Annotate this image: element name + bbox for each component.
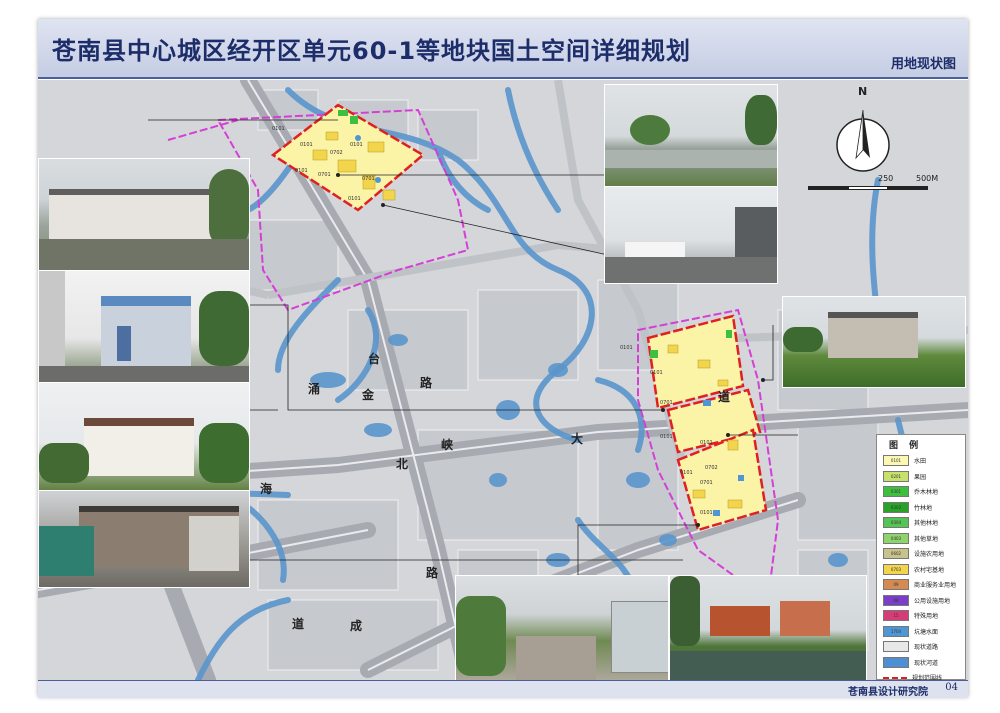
legend-label: 现状道路	[914, 644, 939, 652]
legend-swatch: 1704	[883, 625, 909, 637]
road-label: 金	[362, 388, 375, 402]
parcel-code-label: 0702	[330, 150, 343, 156]
photo-houses-row	[38, 158, 250, 272]
legend-item: 0403 其他草地	[877, 531, 965, 547]
title-bar: 苍南县中心城区经开区单元60-1等地块国土空间详细规划 用地现状图	[38, 19, 968, 79]
parcel-code-label: 0701	[660, 400, 673, 406]
legend-item: 现状道路	[877, 639, 965, 655]
footer-bar: 苍南县设计研究院 04	[38, 680, 968, 698]
legend-swatch: 0304	[883, 517, 909, 529]
legend-label: 商业服务业用地	[914, 582, 957, 590]
legend-item: 1704 坑塘水面	[877, 624, 965, 640]
photo-pond-houses	[669, 575, 867, 685]
legend-item: 0301 乔木林地	[877, 484, 965, 500]
road-label: 北	[396, 457, 409, 471]
road-label: 路	[420, 376, 433, 390]
scale-mid-label: 250	[878, 174, 894, 183]
road-label: 成	[350, 619, 363, 633]
legend-label: 公用设施用地	[914, 597, 951, 605]
parcel-code-label: 0101	[272, 126, 285, 132]
parcel-code-label: 0101	[680, 470, 693, 476]
road-label: 道	[292, 617, 305, 631]
legend-swatch: 0302	[883, 501, 909, 513]
parcel-code-label: 0101	[300, 142, 313, 148]
legend-swatch: 0703	[883, 563, 909, 575]
photo-greenhouse-path	[455, 575, 669, 685]
legend-label: 现状河道	[914, 659, 939, 667]
scale-bar: 250 500M	[808, 174, 958, 198]
legend-item: 0703 农村宅基地	[877, 562, 965, 578]
legend-swatch	[883, 656, 909, 668]
legend-line-swatch	[883, 676, 907, 679]
legend-label: 特殊用地	[914, 613, 939, 621]
legend-label: 竹林地	[914, 504, 933, 512]
road-label: 海	[260, 482, 273, 496]
north-label: N	[858, 85, 868, 98]
parcel-code-label: 0101	[350, 142, 363, 148]
road-label: 涌	[308, 382, 321, 396]
road-label: 路	[426, 566, 439, 580]
legend-swatch: 09	[883, 579, 909, 591]
parcel-code-label: 0701	[318, 172, 331, 178]
page-title: 苍南县中心城区经开区单元60-1等地块国土空间详细规划	[52, 37, 692, 65]
legend-item: 现状河道	[877, 655, 965, 671]
legend-swatch: 08	[883, 594, 909, 606]
legend-label: 其他草地	[914, 535, 939, 543]
legend-item: 08 公用设施用地	[877, 593, 965, 609]
parcel-code-label: 0101	[700, 510, 713, 516]
legend-label: 果园	[914, 473, 927, 481]
legend-label: 设施农用地	[914, 551, 945, 559]
legend-label: 水田	[914, 458, 927, 466]
legend-swatch: 0201	[883, 470, 909, 482]
legend-item: 0101 水田	[877, 453, 965, 469]
parcel-code-label: 0701	[700, 480, 713, 486]
scale-end-label: 500M	[916, 174, 939, 183]
legend-swatch: 0403	[883, 532, 909, 544]
photo-pond-tree	[604, 84, 778, 188]
parcel-code-label: 0101	[348, 196, 361, 202]
road-label: 台	[368, 352, 381, 366]
parcel-code-label: 0101	[620, 345, 633, 351]
photo-old-house	[38, 490, 250, 588]
road-label: 道	[718, 390, 731, 404]
footer-org: 苍南县设计研究院	[848, 687, 928, 698]
legend-item: 0201 果园	[877, 469, 965, 485]
photo-utility-building	[38, 270, 250, 384]
legend-swatch: 15	[883, 610, 909, 622]
parcel-code-label: 0101	[700, 440, 713, 446]
legend-label: 乔木林地	[914, 489, 939, 497]
legend-swatch: 0301	[883, 486, 909, 498]
road-label: 峡	[441, 438, 454, 452]
parcel-code-label: 0702	[705, 465, 718, 471]
legend-label: 农村宅基地	[914, 566, 945, 574]
legend-title: 图 例	[889, 441, 923, 451]
legend-item: 15 特殊用地	[877, 608, 965, 624]
parcel-code-label: 0101	[660, 434, 673, 440]
map-legend: 图 例 0101 水田 0201 果园 0301 乔木林地 0302 竹林地 0304 其他林地 0…	[876, 434, 966, 698]
legend-item: 0302 竹林地	[877, 500, 965, 516]
legend-swatch	[883, 641, 909, 653]
legend-swatch: 0101	[883, 455, 909, 467]
legend-item: 0602 设施农用地	[877, 546, 965, 562]
legend-swatch: 0602	[883, 548, 909, 560]
parcel-code-label: 0101	[650, 370, 663, 376]
parcel-code-label: 0101	[295, 168, 308, 174]
legend-label: 坑塘水面	[914, 628, 939, 636]
parcel-code-label: 0701	[362, 176, 375, 182]
photo-village-house	[38, 382, 250, 492]
legend-item: 0304 其他林地	[877, 515, 965, 531]
legend-item: 09 商业服务业用地	[877, 577, 965, 593]
page-number: 04	[945, 682, 958, 693]
photo-field-house	[782, 296, 966, 388]
map-subtitle: 用地现状图	[890, 57, 956, 72]
north-arrow-icon	[836, 109, 890, 172]
legend-label: 其他林地	[914, 520, 939, 528]
road-label: 大	[571, 432, 584, 446]
photo-road	[604, 186, 778, 284]
